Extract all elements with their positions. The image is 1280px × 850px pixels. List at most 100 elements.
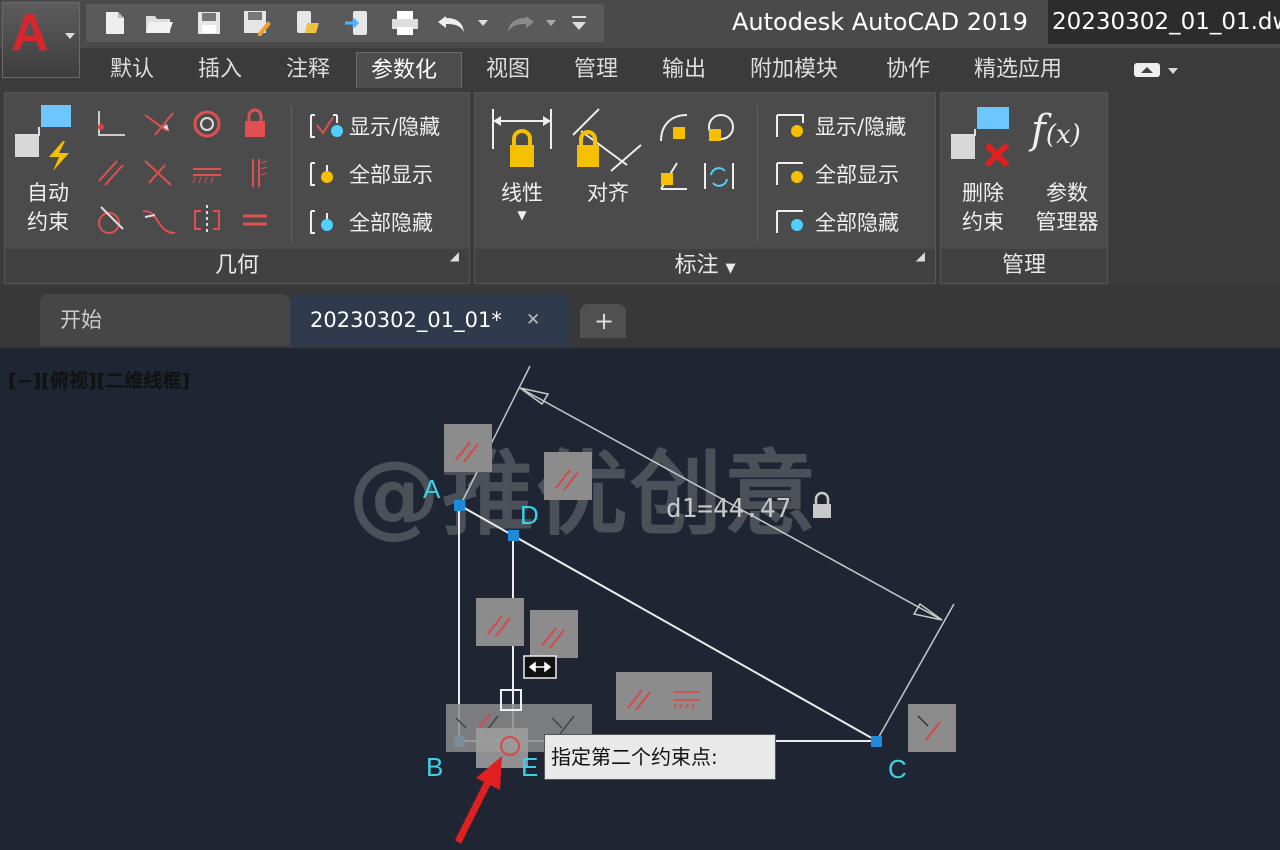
parameters-manager-label-2: 管理器 [1035,210,1099,234]
grip-a [454,500,465,511]
geometry-show-hide-button[interactable]: 显示/隐藏 [307,109,440,143]
tab-manage[interactable]: 管理 [574,52,618,88]
application-menu-button[interactable]: A [2,2,80,78]
dimension-show-hide-button[interactable]: 显示/隐藏 [773,109,906,143]
auto-constrain-icon [13,103,83,183]
lock-icon [813,491,831,518]
perpendicular-icon[interactable] [141,155,177,193]
linear-label: 线性 [501,181,543,205]
geometry-show-all-button[interactable]: 全部显示 [307,157,433,191]
tab-featured-apps[interactable]: 精选应用 [974,52,1062,88]
hide-all-icon [776,210,803,233]
quick-access-toolbar [86,4,604,42]
app-title: Autodesk AutoCAD 2019 [732,8,1028,36]
save-icon[interactable] [194,9,224,37]
tab-start[interactable]: 开始 [40,294,290,346]
save-as-icon[interactable] [242,9,272,37]
dialog-launcher-icon[interactable]: ◢ [916,239,925,273]
auto-constrain-button[interactable]: 自动 约束 [13,179,83,237]
tab-view[interactable]: 视图 [486,52,530,88]
hide-all-icon [310,210,333,234]
tab-current-label: 20230302_01_01* [310,308,502,332]
grip-c [871,736,882,747]
dimension-value[interactable]: d1=44.47 [666,494,791,524]
geometry-panel-title[interactable]: 几何 ◢ [5,249,469,283]
chevron-down-icon [65,33,75,39]
aligned-label: 对齐 [587,181,629,205]
aligned-dimension-icon [571,105,643,179]
symmetric-icon[interactable] [189,203,225,241]
command-prompt-tooltip: 指定第二个约束点: [544,734,776,780]
file-tab-bar: 开始 20230302_01_01* ✕ + [0,286,1280,348]
tab-collaborate[interactable]: 协作 [886,52,930,88]
share-icon[interactable] [342,9,372,37]
open-icon[interactable] [144,9,174,37]
show-hide-icon [776,114,804,137]
undo-icon[interactable] [436,9,466,37]
tangent-icon[interactable] [93,203,129,241]
linear-dimension-icon [489,105,555,179]
dimension-show-hide-label: 显示/隐藏 [815,115,907,139]
customize-icon[interactable] [564,9,594,37]
open-from-web-icon[interactable] [292,9,322,37]
horizontal-icon[interactable] [189,155,225,193]
point-label-d: D [520,500,539,530]
geometry-hide-all-label: 全部隐藏 [349,211,433,235]
dimensional-panel-title[interactable]: 标注 ▼ ◢ [475,249,935,283]
manage-panel: 删除 约束 𝑓(x) 参数 管理器 管理 [940,92,1108,284]
new-tab-button[interactable]: + [580,304,626,338]
function-icon: 𝑓(x) [1031,107,1081,153]
chevron-down-icon: ▼ [725,261,736,276]
close-icon[interactable]: ✕ [526,294,540,346]
ribbon-tab-bar: 默认 插入 注释 参数化 视图 管理 输出 附加模块 协作 精选应用 [0,48,1280,90]
tab-addins[interactable]: 附加模块 [750,52,838,88]
chevron-down-icon[interactable] [468,9,498,37]
tab-output[interactable]: 输出 [662,52,706,88]
new-icon[interactable] [100,9,130,37]
drawing-area[interactable]: [−][俯视][二维线框] @推优创意 [0,348,1280,850]
point-label-c: C [888,754,907,784]
convert-icon[interactable] [701,159,737,197]
dimensional-panel: 线性 ▼ 对齐 显示/隐藏 全部显示 全部隐藏 标注 ▼ ◢ [474,92,936,284]
tab-start-label: 开始 [60,308,102,332]
ribbon-display-toggle[interactable] [1132,60,1180,84]
show-all-icon [310,162,333,186]
point-label-b: B [426,752,444,782]
delete-constraints-icon [949,105,1017,179]
smooth-icon[interactable] [141,203,177,241]
plot-icon[interactable] [390,9,420,37]
collinear-icon[interactable] [141,107,177,145]
parameters-manager-button[interactable]: 参数 管理器 [1025,179,1109,237]
constraint-bar-4 [530,610,578,658]
geometry-show-hide-label: 显示/隐藏 [349,115,441,139]
coincident-icon[interactable] [93,107,129,145]
dimension-cursor-icon [523,655,557,679]
parameters-manager-label-1: 参数 [1046,181,1088,205]
delete-constraints-label-2: 约束 [962,210,1004,234]
linear-dimension-button[interactable]: 线性 ▼ [489,179,555,222]
dialog-launcher-icon[interactable]: ◢ [450,239,459,273]
dimension-hide-all-button[interactable]: 全部隐藏 [773,205,899,239]
redo-icon[interactable] [504,9,534,37]
delete-constraints-button[interactable]: 删除 约束 [947,179,1019,237]
angular-icon[interactable] [657,159,693,197]
grip-d [508,530,519,541]
tab-parametric[interactable]: 参数化 [356,52,462,88]
radius-icon[interactable] [657,111,693,149]
tab-current-drawing[interactable]: 20230302_01_01* ✕ [290,294,570,346]
aligned-dimension-button[interactable]: 对齐 [575,179,641,208]
tab-default[interactable]: 默认 [110,52,154,88]
equal-icon[interactable] [237,203,273,241]
tab-insert[interactable]: 插入 [198,52,242,88]
parallel-icon[interactable] [93,155,129,193]
constraint-bar-7 [908,704,956,752]
geometry-hide-all-button[interactable]: 全部隐藏 [307,205,433,239]
diameter-icon[interactable] [701,111,737,149]
file-title: 20230302_01_01.dwg [1048,0,1280,44]
tab-annotate[interactable]: 注释 [286,52,330,88]
dimension-show-all-button[interactable]: 全部显示 [773,157,899,191]
vertical-icon[interactable] [237,155,273,193]
fix-icon[interactable] [237,107,273,145]
concentric-icon[interactable] [189,107,225,145]
chevron-down-icon[interactable] [536,9,566,37]
